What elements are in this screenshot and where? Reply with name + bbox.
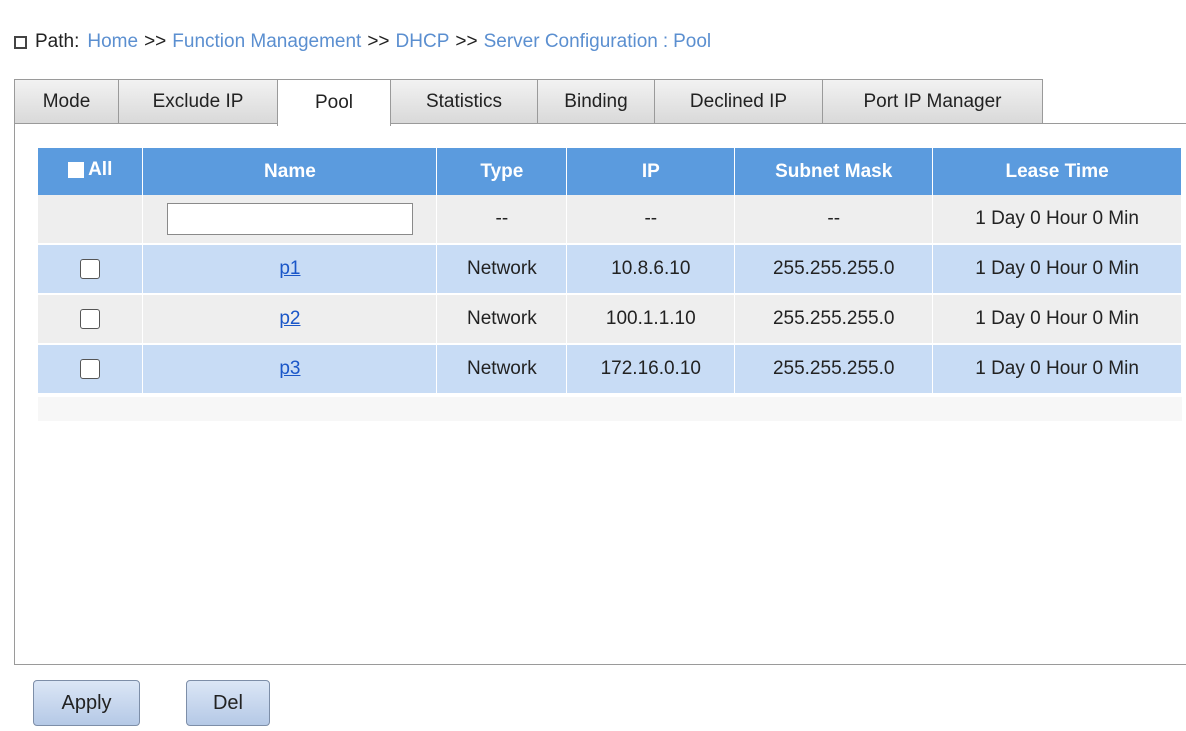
pool-table: All Name Type IP Subnet Mask Lease Time … (38, 148, 1182, 395)
breadcrumb-current: Pool (673, 31, 712, 52)
pool-name-link[interactable]: p2 (279, 308, 300, 329)
table-header-row: All Name Type IP Subnet Mask Lease Time (38, 148, 1182, 195)
pool-mask: 255.255.255.0 (734, 244, 934, 295)
breadcrumb-separator: >> (455, 31, 478, 52)
column-all[interactable]: All (38, 148, 144, 195)
pool-type: Network (436, 244, 568, 295)
pool-ip: 100.1.1.10 (566, 294, 736, 345)
tab-port-ip-manager[interactable]: Port IP Manager (822, 79, 1043, 123)
breadcrumb: Path: Home >> Function Management >> DHC… (14, 28, 711, 56)
tab-statistics[interactable]: Statistics (390, 79, 538, 123)
row-checkbox[interactable] (80, 258, 101, 279)
tab-exclude-ip[interactable]: Exclude IP (118, 79, 278, 123)
table-row: p1 Network 10.8.6.10 255.255.255.0 1 Day… (38, 244, 1182, 295)
pool-name-link[interactable]: p1 (279, 258, 300, 279)
row-checkbox[interactable] (80, 308, 101, 329)
pool-ip: 10.8.6.10 (566, 244, 736, 295)
apply-button[interactable]: Apply (33, 680, 140, 726)
breadcrumb-colon: : (662, 31, 669, 52)
tab-binding[interactable]: Binding (537, 79, 655, 123)
tab-bar: Mode Exclude IP Pool Statistics Binding … (14, 79, 1186, 126)
new-mask: -- (734, 195, 934, 245)
new-type: -- (436, 195, 568, 245)
breadcrumb-home[interactable]: Home (87, 31, 138, 53)
pool-type: Network (436, 344, 568, 395)
new-pool-row: -- -- -- 1 Day 0 Hour 0 Min (38, 195, 1182, 245)
breadcrumb-separator: >> (144, 31, 167, 52)
pool-mask: 255.255.255.0 (734, 294, 934, 345)
table-row: p3 Network 172.16.0.10 255.255.255.0 1 D… (38, 344, 1182, 395)
pool-lease: 1 Day 0 Hour 0 Min (932, 294, 1182, 345)
new-lease: 1 Day 0 Hour 0 Min (932, 195, 1182, 245)
column-subnet-mask: Subnet Mask (734, 148, 934, 195)
column-lease-time: Lease Time (932, 148, 1182, 195)
del-button[interactable]: Del (186, 680, 270, 726)
tab-declined-ip[interactable]: Declined IP (654, 79, 823, 123)
select-all-label: All (88, 159, 113, 180)
select-all-checkbox[interactable] (68, 162, 85, 178)
tab-pool[interactable]: Pool (277, 79, 391, 126)
column-name: Name (142, 148, 438, 195)
square-icon (14, 35, 27, 49)
empty-cell (38, 195, 144, 245)
pool-lease: 1 Day 0 Hour 0 Min (932, 344, 1182, 395)
pool-name-input[interactable] (166, 203, 413, 235)
new-ip: -- (566, 195, 736, 245)
breadcrumb-separator: >> (367, 31, 390, 52)
pool-ip: 172.16.0.10 (566, 344, 736, 395)
pool-mask: 255.255.255.0 (734, 344, 934, 395)
pool-name-link[interactable]: p3 (279, 358, 300, 379)
path-label: Path: (35, 31, 80, 52)
pool-lease: 1 Day 0 Hour 0 Min (932, 244, 1182, 295)
breadcrumb-function-management[interactable]: Function Management (172, 31, 361, 53)
pool-type: Network (436, 294, 568, 345)
column-type: Type (436, 148, 568, 195)
row-checkbox[interactable] (80, 358, 101, 379)
table-row: p2 Network 100.1.1.10 255.255.255.0 1 Da… (38, 294, 1182, 345)
table-footer-band (38, 397, 1182, 421)
breadcrumb-dhcp[interactable]: DHCP (396, 31, 450, 53)
column-ip: IP (566, 148, 736, 195)
tab-mode[interactable]: Mode (14, 79, 119, 123)
breadcrumb-server-configuration[interactable]: Server Configuration (484, 31, 658, 53)
